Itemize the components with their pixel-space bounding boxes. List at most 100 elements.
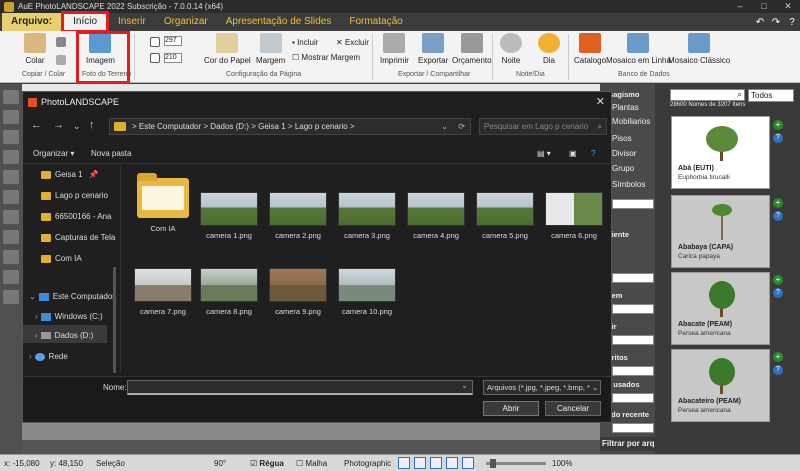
category-dropdown[interactable] — [612, 304, 654, 314]
shape-icon[interactable] — [3, 170, 19, 184]
landscape-icon[interactable] — [150, 53, 160, 66]
tool-icon[interactable] — [414, 457, 426, 469]
file-item[interactable]: camera 6.png — [544, 192, 604, 240]
preview-pane-icon[interactable]: ▣ — [569, 149, 577, 158]
paste-button[interactable]: Colar — [24, 33, 46, 65]
plant-card[interactable]: Abá (EUTI) Euphorbia tirucalli — [671, 116, 770, 189]
library-filter-select[interactable]: Todos — [748, 89, 794, 102]
file-item[interactable]: camera 8.png — [199, 268, 259, 316]
brush-icon[interactable] — [3, 290, 19, 304]
mosaic-line-button[interactable]: Mosaico em Linha — [606, 33, 671, 65]
breadcrumb-item[interactable]: Geisa 1 — [258, 122, 286, 131]
tab-organizar[interactable]: Organizar — [155, 13, 217, 31]
refresh-icon[interactable]: ⟳ — [458, 119, 465, 135]
add-icon[interactable]: + — [773, 352, 783, 362]
page-height-input[interactable]: 210 — [164, 53, 182, 63]
up-icon[interactable]: ↑ — [89, 119, 95, 131]
pointer-icon[interactable] — [3, 90, 19, 104]
margin-button[interactable]: Margem — [256, 33, 285, 65]
zoom-out-icon[interactable] — [3, 150, 19, 164]
back-icon[interactable]: ← — [31, 119, 42, 131]
maximize-icon[interactable]: □ — [752, 1, 776, 12]
category-dropdown[interactable] — [612, 335, 654, 345]
chevron-down-icon[interactable]: ⌄ — [441, 119, 448, 135]
file-item[interactable]: camera 1.png — [199, 192, 259, 240]
line-icon[interactable] — [3, 190, 19, 204]
hand-icon[interactable] — [3, 110, 19, 124]
tab-inserir[interactable]: Inserir — [109, 13, 155, 31]
info-icon[interactable]: ? — [773, 288, 783, 298]
quick-access-item[interactable]: Lago p cenario — [41, 191, 108, 200]
network-item[interactable]: › Rede — [29, 352, 68, 361]
circle-icon[interactable] — [3, 210, 19, 224]
forward-icon[interactable]: → — [53, 119, 64, 131]
filetype-select[interactable]: Arquivos (*.jpg, *.jpeg, *.bmp, * ⌄ — [483, 380, 601, 395]
cut-icon[interactable] — [56, 37, 66, 50]
copy-icon[interactable] — [56, 55, 66, 68]
add-icon[interactable]: + — [773, 120, 783, 130]
cancel-button[interactable]: Cancelar — [545, 401, 601, 416]
nav-scrollbar[interactable] — [113, 267, 116, 373]
render-mode[interactable]: Photographic — [344, 459, 391, 468]
bottom-scrollbar[interactable] — [22, 440, 655, 454]
info-icon[interactable]: ? — [773, 365, 783, 375]
print-button[interactable]: Imprimir — [380, 33, 409, 65]
day-button[interactable]: Dia — [538, 33, 560, 65]
file-item[interactable]: camera 2.png — [268, 192, 328, 240]
tab-apresentacao[interactable]: Apresentação de Slides — [217, 13, 341, 31]
breadcrumb-item[interactable]: Este Computador — [139, 122, 201, 131]
new-folder-button[interactable]: Nova pasta — [91, 149, 131, 158]
file-item[interactable]: camera 5.png — [475, 192, 535, 240]
quick-access-item[interactable]: Com IA — [41, 254, 82, 263]
drive-item[interactable]: › Dados (D:) — [35, 331, 93, 340]
library-search-input[interactable] — [670, 89, 745, 101]
tab-inicio[interactable]: Início — [61, 11, 110, 33]
drive-item[interactable]: › Windows (C:) — [35, 312, 103, 321]
export-button[interactable]: Exportar — [418, 33, 448, 65]
organize-button[interactable]: Organizar ▾ — [33, 149, 74, 158]
close-icon[interactable]: ✕ — [776, 1, 800, 12]
info-icon[interactable]: ? — [773, 133, 783, 143]
category-item[interactable]: Mobiliarios — [612, 117, 650, 126]
budget-button[interactable]: Orçamento — [452, 33, 492, 65]
file-item[interactable]: camera 10.png — [337, 268, 397, 316]
category-item[interactable]: Pisos — [612, 134, 632, 143]
portrait-icon[interactable] — [150, 37, 160, 50]
dialog-close-icon[interactable]: ✕ — [596, 95, 605, 108]
file-item[interactable]: camera 4.png — [406, 192, 466, 240]
tool-icon[interactable] — [446, 457, 458, 469]
undo-icon[interactable]: ↶ — [752, 17, 768, 28]
category-item[interactable]: Plantas — [612, 103, 639, 112]
category-dropdown[interactable] — [612, 393, 654, 403]
zoom-slider-handle[interactable] — [490, 459, 496, 468]
show-margin-checkbox[interactable]: ☐ Mostrar Margem — [292, 53, 360, 62]
paper-color-button[interactable]: Cor do Papel — [204, 33, 251, 65]
page-width-input[interactable]: 297 — [164, 36, 182, 46]
night-button[interactable]: Noite — [500, 33, 522, 65]
help-icon[interactable]: ? — [591, 149, 595, 158]
category-dropdown[interactable] — [612, 199, 654, 209]
quick-access-item[interactable]: Capturas de Tela — [41, 233, 115, 242]
tab-formatacao[interactable]: Formatação — [340, 13, 411, 31]
quick-access-item[interactable]: 66500166 - Ana — [41, 212, 112, 221]
help-icon[interactable]: ? — [784, 17, 800, 28]
folder-item[interactable]: Com IA — [133, 173, 193, 233]
tool-icon[interactable] — [462, 457, 474, 469]
file-item[interactable]: camera 3.png — [337, 192, 397, 240]
breadcrumb-item[interactable]: Dados (D:) — [210, 122, 249, 131]
file-item[interactable]: camera 7.png — [133, 268, 193, 316]
plant-card[interactable]: Abacate (PEAM) Persea americana — [671, 272, 770, 345]
category-dropdown[interactable] — [612, 273, 654, 283]
view-options-icon[interactable]: ▤ ▾ — [537, 149, 551, 158]
category-item[interactable]: Símbolos — [612, 180, 645, 189]
text-icon[interactable] — [3, 250, 19, 264]
pen-icon[interactable] — [3, 270, 19, 284]
redo-icon[interactable]: ↷ — [768, 17, 784, 28]
include-button[interactable]: ▪ Incluir — [292, 38, 318, 47]
mosaic-classic-button[interactable]: Mosaico Clássico — [668, 33, 730, 65]
exclude-button[interactable]: ✕ Excluir — [336, 38, 369, 47]
breadcrumb-item[interactable]: Lago p cenario — [295, 122, 348, 131]
plant-card[interactable]: Abacateiro (PEAM) Persea americana — [671, 349, 770, 422]
plant-card[interactable]: Ababaya (CAPA) Carica papaya — [671, 195, 770, 268]
category-dropdown[interactable] — [612, 366, 654, 376]
